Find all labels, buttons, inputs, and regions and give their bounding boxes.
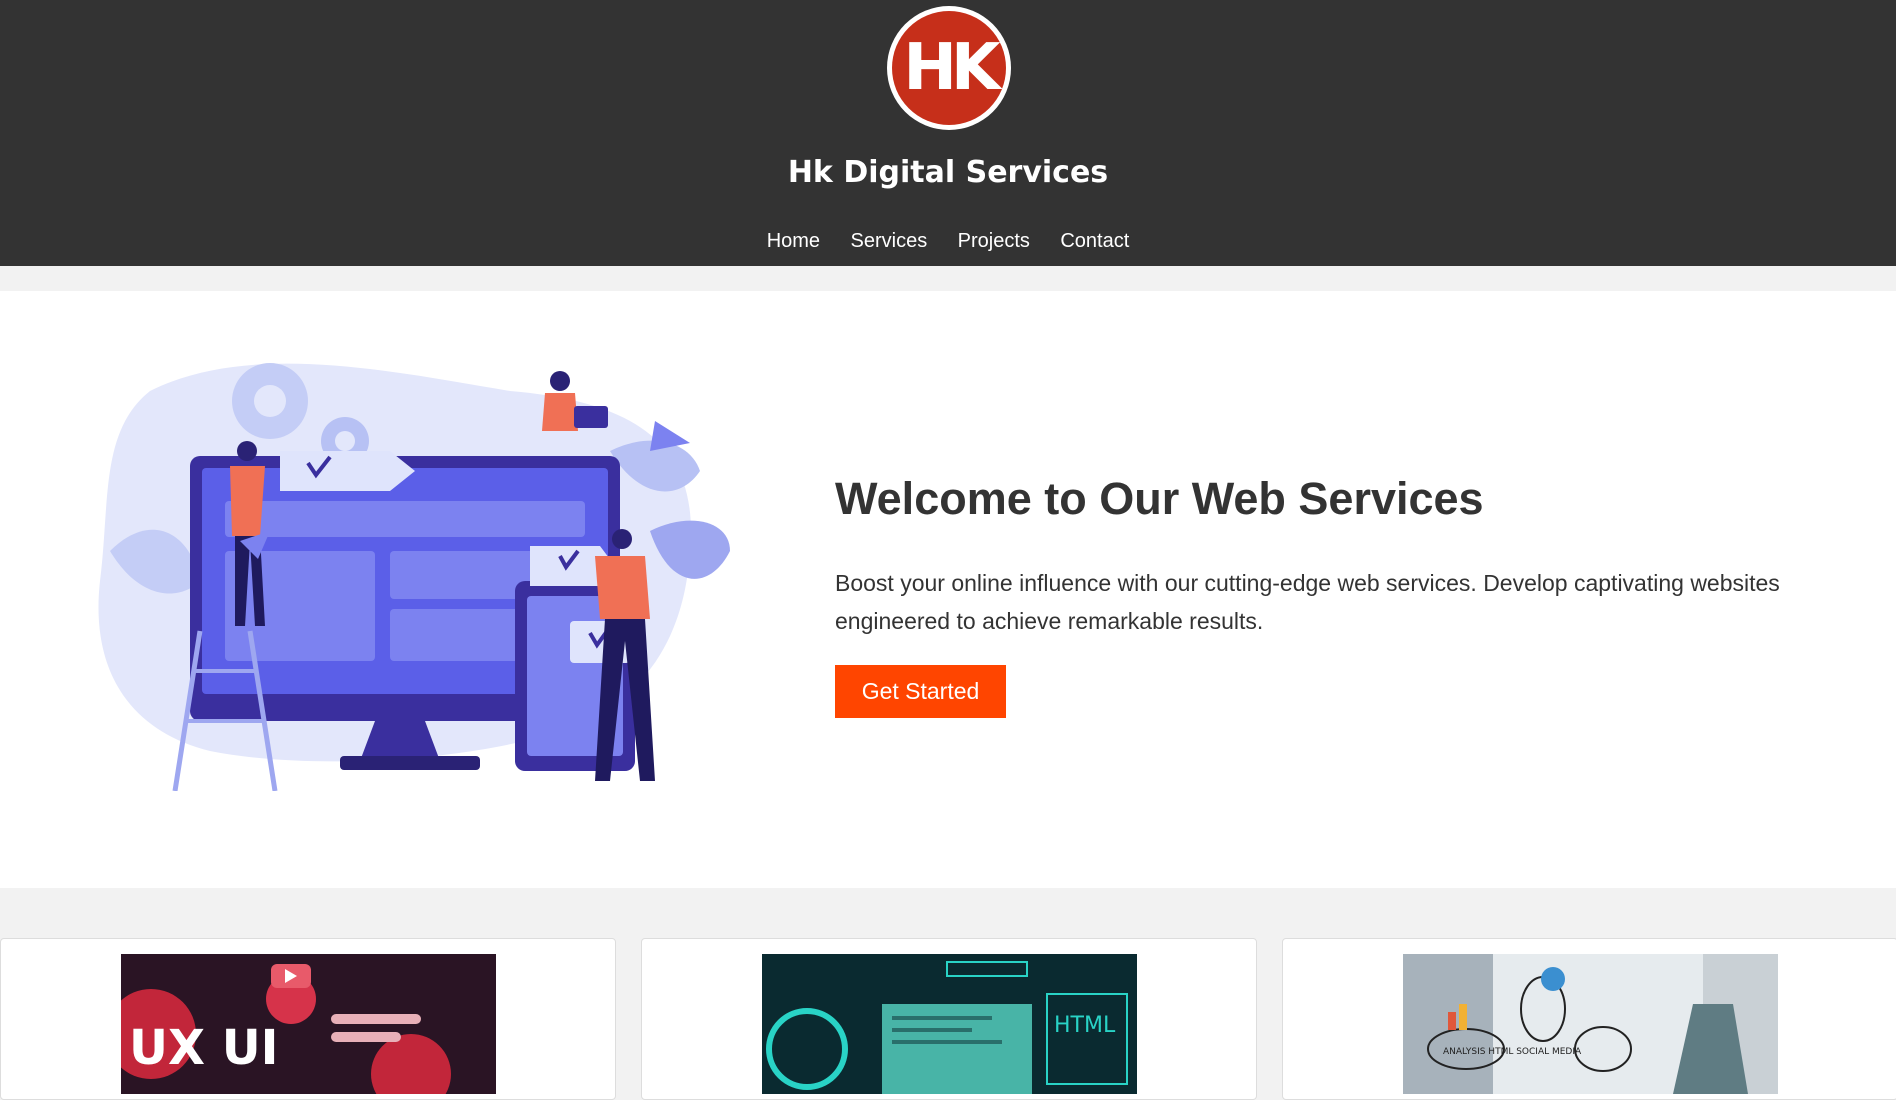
nav-home[interactable]: Home bbox=[767, 230, 820, 252]
main-nav: Home Services Projects Contact bbox=[0, 230, 1896, 253]
html-code-image: HTML bbox=[762, 954, 1137, 1094]
html-text: HTML bbox=[1054, 1013, 1116, 1038]
service-card-html[interactable]: HTML bbox=[641, 938, 1257, 1100]
ux-ui-image: UX UI bbox=[121, 954, 496, 1094]
marketing-image: ANALYSIS HTML SOCIAL MEDIA bbox=[1403, 954, 1778, 1094]
service-card-ux-ui[interactable]: UX UI bbox=[0, 938, 616, 1100]
nav-contact[interactable]: Contact bbox=[1060, 230, 1129, 252]
hero-section: Welcome to Our Web Services Boost your o… bbox=[0, 291, 1896, 888]
web-development-illustration bbox=[90, 351, 750, 792]
brand-logo[interactable]: HK bbox=[887, 6, 1011, 130]
get-started-button[interactable]: Get Started bbox=[835, 665, 1006, 718]
ux-text: UX UI bbox=[129, 1020, 279, 1076]
nav-services[interactable]: Services bbox=[851, 230, 928, 252]
brand-name: Hk Digital Services bbox=[787, 155, 1109, 190]
hero-title: Welcome to Our Web Services bbox=[835, 473, 1484, 524]
service-card-marketing[interactable]: ANALYSIS HTML SOCIAL MEDIA bbox=[1282, 938, 1896, 1100]
hero-description: Boost your online influence with our cut… bbox=[835, 570, 1780, 634]
logo-monogram: HK bbox=[892, 11, 1006, 125]
nav-projects[interactable]: Projects bbox=[958, 230, 1030, 252]
site-header: HK Hk Digital Services Home Services Pro… bbox=[0, 0, 1896, 266]
marketing-text: ANALYSIS HTML SOCIAL MEDIA bbox=[1443, 1047, 1582, 1057]
